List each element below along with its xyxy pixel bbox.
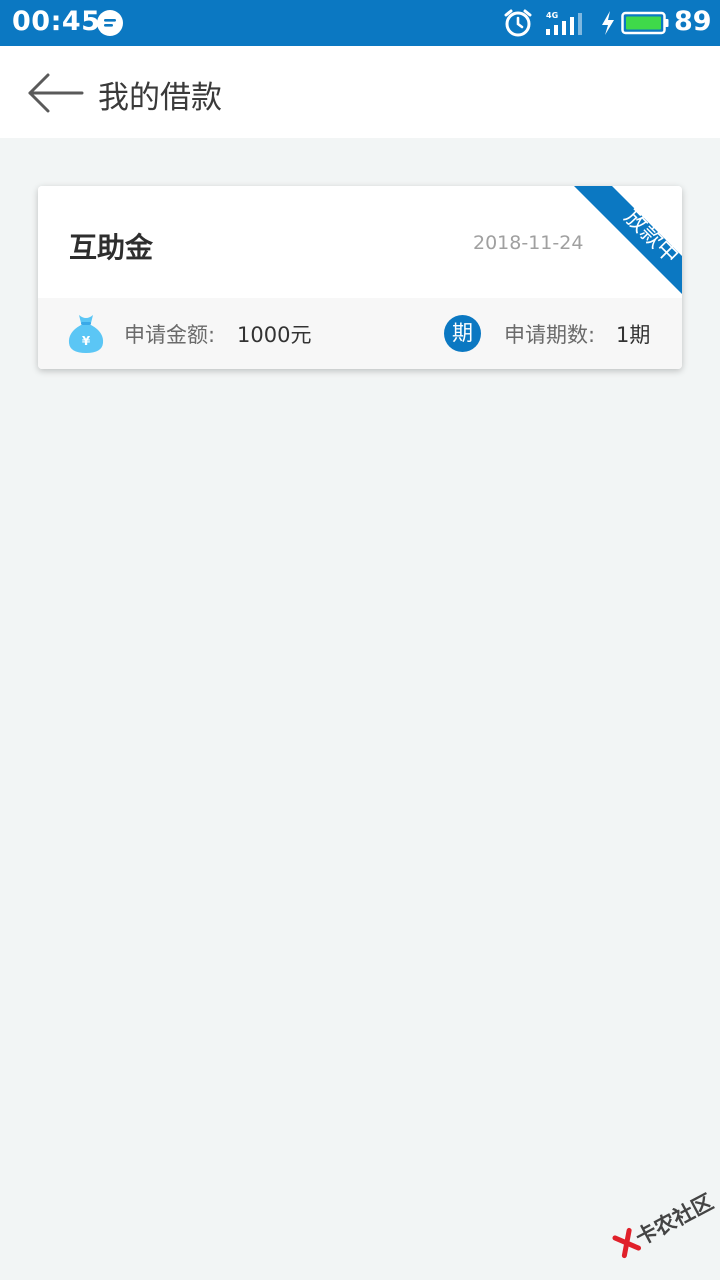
loan-date: 2018-11-24: [473, 232, 584, 254]
back-button[interactable]: [20, 66, 86, 120]
alarm-clock-icon: [504, 9, 532, 37]
status-bar: 00:45 4G 89: [0, 0, 720, 46]
loan-card-details: ¥ 申请金额: 1000元 期 申请期数: 1期: [38, 298, 682, 369]
lightning-bolt-icon: [602, 11, 614, 35]
signal-4g-icon: 4G: [546, 11, 582, 35]
app-header: 我的借款: [0, 46, 720, 138]
battery-level: 89: [674, 6, 712, 37]
loan-product-name: 互助金: [69, 231, 154, 264]
battery-icon: [621, 11, 669, 35]
amount-value: 1000元: [237, 323, 312, 347]
period-label: 申请期数:: [504, 323, 596, 347]
watermark: 卡农社区: [604, 1176, 720, 1277]
period-icon: 期: [444, 315, 481, 352]
message-bubble-icon: [97, 10, 123, 36]
watermark-text: 卡农社区: [631, 1189, 718, 1251]
amount-label: 申请金额:: [124, 323, 216, 347]
money-bag-icon: ¥: [68, 315, 104, 353]
page-title: 我的借款: [98, 80, 222, 116]
period-value: 1期: [616, 323, 651, 347]
svg-text:¥: ¥: [82, 334, 91, 348]
network-type-label: 4G: [546, 11, 558, 20]
loan-card[interactable]: 互助金 2018-11-24 放款中 ¥ 申请金额: 1000元 期 申请期数:…: [38, 186, 682, 369]
arrow-left-icon: [28, 73, 84, 113]
status-time: 00:45: [12, 6, 101, 37]
